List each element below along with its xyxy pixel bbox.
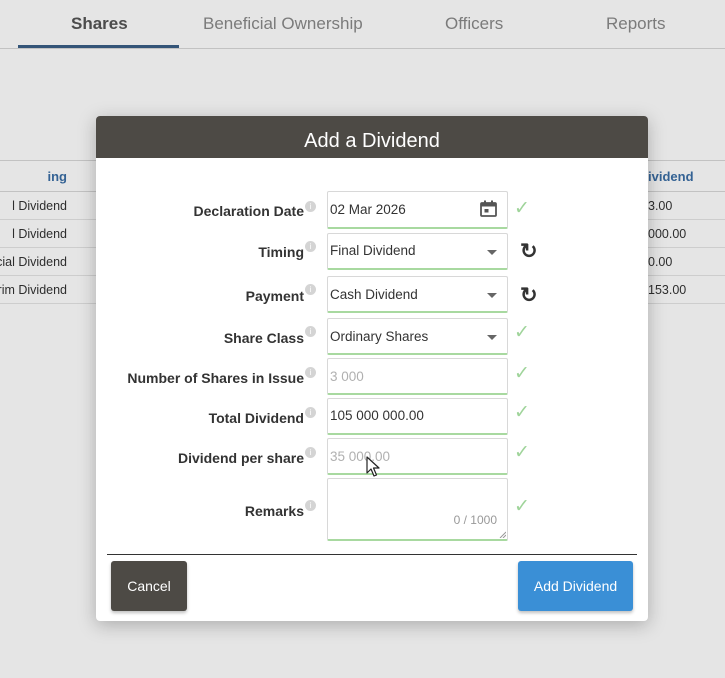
info-icon[interactable]: i (305, 201, 316, 212)
add-dividend-modal: Add a Dividend Declaration Date i 02 Mar… (96, 116, 648, 621)
shares-in-issue-value: 3 000 (330, 369, 364, 384)
info-icon[interactable]: i (305, 500, 316, 511)
timing-label: Timing (258, 244, 304, 260)
checkmark-icon: ✓ (514, 363, 530, 384)
declaration-date-value: 02 Mar 2026 (330, 202, 406, 217)
dividend-per-share-label: Dividend per share (177, 450, 304, 466)
share-class-label: Share Class (223, 330, 304, 346)
chevron-down-icon (487, 250, 497, 255)
refresh-icon[interactable]: ↻ (520, 239, 538, 264)
shares-in-issue-input[interactable]: 3 000 (327, 358, 508, 395)
payment-label: Payment (245, 288, 304, 304)
info-icon[interactable]: i (305, 241, 316, 252)
total-dividend-value: 105 000 000.00 (330, 408, 424, 423)
checkmark-icon: ✓ (514, 402, 530, 423)
mouse-cursor-icon (366, 456, 380, 477)
chevron-down-icon (487, 335, 497, 340)
declaration-date-input[interactable]: 02 Mar 2026 (327, 191, 508, 229)
add-dividend-button[interactable]: Add Dividend (518, 561, 633, 611)
info-icon[interactable]: i (305, 447, 316, 458)
checkmark-icon: ✓ (514, 496, 530, 517)
info-icon[interactable]: i (305, 326, 316, 337)
resize-handle-icon[interactable] (499, 531, 506, 538)
share-class-select[interactable]: Ordinary Shares (327, 318, 508, 355)
dividend-per-share-input[interactable]: 35 000.00 (327, 438, 508, 475)
chevron-down-icon (487, 293, 497, 298)
calendar-icon[interactable] (480, 200, 497, 217)
total-dividend-label: Total Dividend (208, 410, 304, 426)
payment-select[interactable]: Cash Dividend (327, 276, 508, 313)
checkmark-icon: ✓ (514, 198, 530, 219)
declaration-date-label: Declaration Date (193, 203, 304, 219)
remarks-label: Remarks (244, 503, 304, 519)
cancel-button[interactable]: Cancel (111, 561, 187, 611)
timing-value: Final Dividend (330, 243, 416, 258)
shares-in-issue-label: Number of Shares in Issue (127, 370, 304, 386)
dividend-per-share-value: 35 000.00 (330, 449, 391, 464)
modal-title: Add a Dividend (96, 116, 648, 158)
info-icon[interactable]: i (305, 407, 316, 418)
checkmark-icon: ✓ (514, 322, 530, 343)
refresh-icon[interactable]: ↻ (520, 283, 538, 308)
share-class-value: Ordinary Shares (330, 329, 429, 344)
total-dividend-input[interactable]: 105 000 000.00 (327, 398, 508, 435)
info-icon[interactable]: i (305, 367, 316, 378)
footer-divider (107, 554, 637, 555)
payment-value: Cash Dividend (330, 287, 418, 302)
remarks-char-counter: 0 / 1000 (453, 513, 497, 527)
timing-select[interactable]: Final Dividend (327, 233, 508, 270)
info-icon[interactable]: i (305, 284, 316, 295)
checkmark-icon: ✓ (514, 442, 530, 463)
remarks-textarea[interactable]: 0 / 1000 (327, 478, 508, 541)
